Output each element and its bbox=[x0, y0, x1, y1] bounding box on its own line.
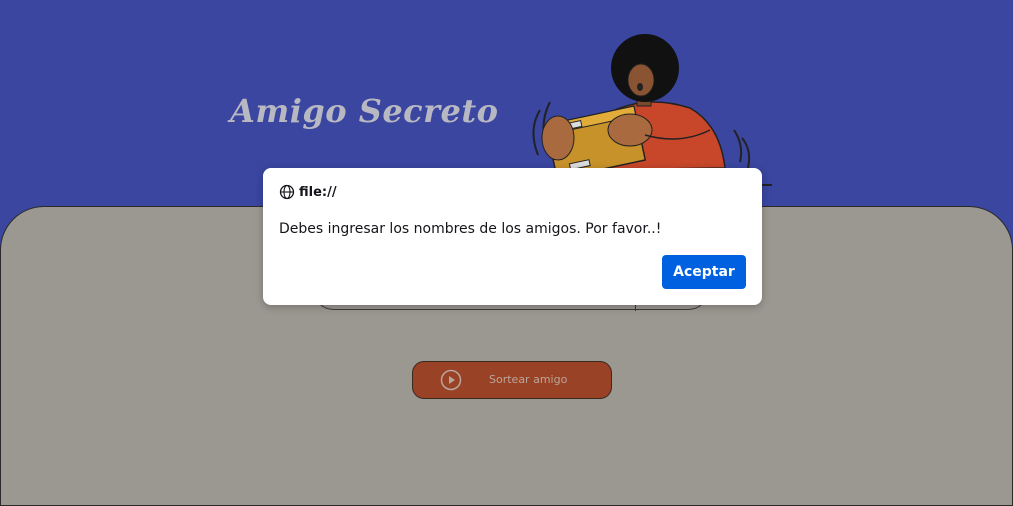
dialog-message: Debes ingresar los nombres de los amigos… bbox=[279, 221, 662, 237]
draw-friend-button-label: Sortear amigo bbox=[489, 373, 568, 386]
alert-dialog: file:// Debes ingresar los nombres de lo… bbox=[263, 168, 762, 305]
play-circle-icon bbox=[440, 369, 462, 391]
draw-friend-button[interactable]: Sortear amigo bbox=[412, 361, 612, 399]
dialog-origin: file:// bbox=[279, 184, 337, 200]
globe-icon bbox=[279, 184, 295, 200]
dialog-origin-text: file:// bbox=[299, 184, 337, 200]
accept-button[interactable]: Aceptar bbox=[662, 255, 746, 289]
page-title: Amigo Secreto bbox=[230, 92, 499, 130]
